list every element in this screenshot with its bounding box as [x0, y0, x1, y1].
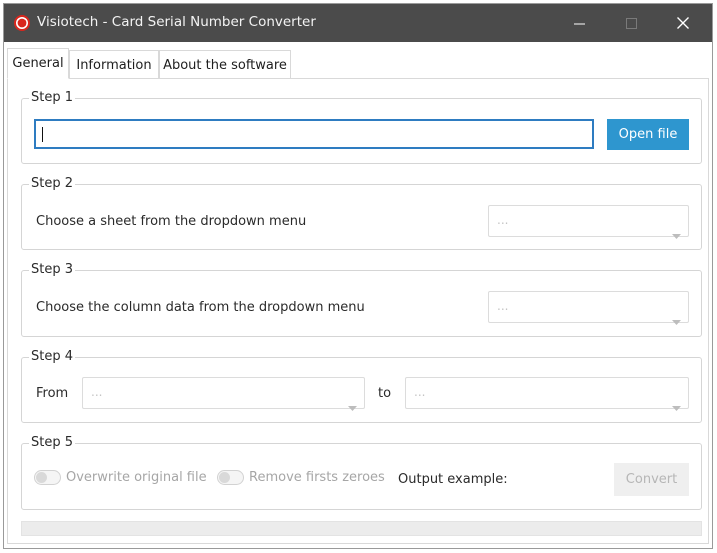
- window-title: Visiotech - Card Serial Number Converter: [37, 14, 316, 30]
- convert-button[interactable]: Convert: [614, 463, 689, 496]
- from-label: From: [36, 386, 69, 401]
- column-prompt: Choose the column data from the dropdown…: [36, 300, 365, 315]
- remove-zeroes-label: Remove firsts zeroes: [249, 470, 385, 485]
- remove-zeroes-toggle-row[interactable]: Remove firsts zeroes: [217, 470, 385, 485]
- app-window: Visiotech - Card Serial Number Converter…: [3, 3, 713, 549]
- to-dropdown-value: ...: [414, 385, 426, 399]
- sheet-dropdown-value: ...: [497, 213, 509, 227]
- step5-label: Step 5: [29, 435, 76, 450]
- step4-group: Step 4 From ... to ...: [21, 349, 702, 423]
- chevron-down-icon: [672, 311, 681, 325]
- column-dropdown-value: ...: [497, 299, 509, 313]
- step1-label: Step 1: [29, 90, 76, 105]
- remove-zeroes-toggle[interactable]: [217, 470, 244, 485]
- overwrite-toggle-row[interactable]: Overwrite original file: [34, 470, 207, 485]
- maximize-icon: [625, 14, 637, 33]
- step2-label: Step 2: [29, 176, 76, 191]
- from-dropdown-value: ...: [91, 385, 103, 399]
- maximize-button[interactable]: [608, 4, 654, 42]
- tab-about-the-software[interactable]: About the software: [159, 50, 291, 79]
- step1-group: Step 1 Open file: [21, 90, 702, 164]
- minimize-button[interactable]: [556, 4, 602, 42]
- sheet-prompt: Choose a sheet from the dropdown menu: [36, 214, 307, 229]
- sheet-dropdown[interactable]: ...: [488, 205, 689, 239]
- step2-group: Step 2 Choose a sheet from the dropdown …: [21, 176, 702, 250]
- from-dropdown[interactable]: ...: [82, 377, 365, 411]
- step5-group: Step 5 Overwrite original file Remove fi…: [21, 435, 702, 510]
- toggle-knob: [219, 472, 230, 483]
- step4-label: Step 4: [29, 349, 76, 364]
- column-dropdown[interactable]: ...: [488, 291, 689, 325]
- close-button[interactable]: [660, 4, 706, 42]
- tab-about-label: About the software: [163, 57, 287, 73]
- overwrite-label: Overwrite original file: [66, 470, 207, 485]
- overwrite-toggle[interactable]: [34, 470, 61, 485]
- tab-information[interactable]: Information: [69, 50, 159, 79]
- output-example-label: Output example:: [398, 472, 508, 487]
- tab-general[interactable]: General: [7, 48, 69, 79]
- chevron-down-icon: [348, 397, 357, 411]
- to-dropdown[interactable]: ...: [405, 377, 689, 411]
- open-file-button[interactable]: Open file: [607, 119, 689, 150]
- progress-bar: [21, 521, 702, 536]
- chevron-down-icon: [672, 225, 681, 239]
- chevron-down-icon: [672, 397, 681, 411]
- close-icon: [677, 14, 689, 33]
- step3-label: Step 3: [29, 262, 76, 277]
- minimize-icon: [573, 14, 585, 33]
- title-bar[interactable]: Visiotech - Card Serial Number Converter: [4, 4, 712, 42]
- general-tab-panel: Step 1 Open file Step 2 Choose a sheet f…: [7, 78, 709, 544]
- step3-group: Step 3 Choose the column data from the d…: [21, 262, 702, 337]
- toggle-knob: [36, 472, 47, 483]
- tab-information-label: Information: [76, 57, 152, 73]
- visiotech-logo-icon: [13, 14, 31, 32]
- text-caret: [42, 127, 43, 142]
- to-label: to: [378, 386, 392, 401]
- tab-general-label: General: [12, 56, 64, 71]
- file-path-input[interactable]: [34, 119, 594, 149]
